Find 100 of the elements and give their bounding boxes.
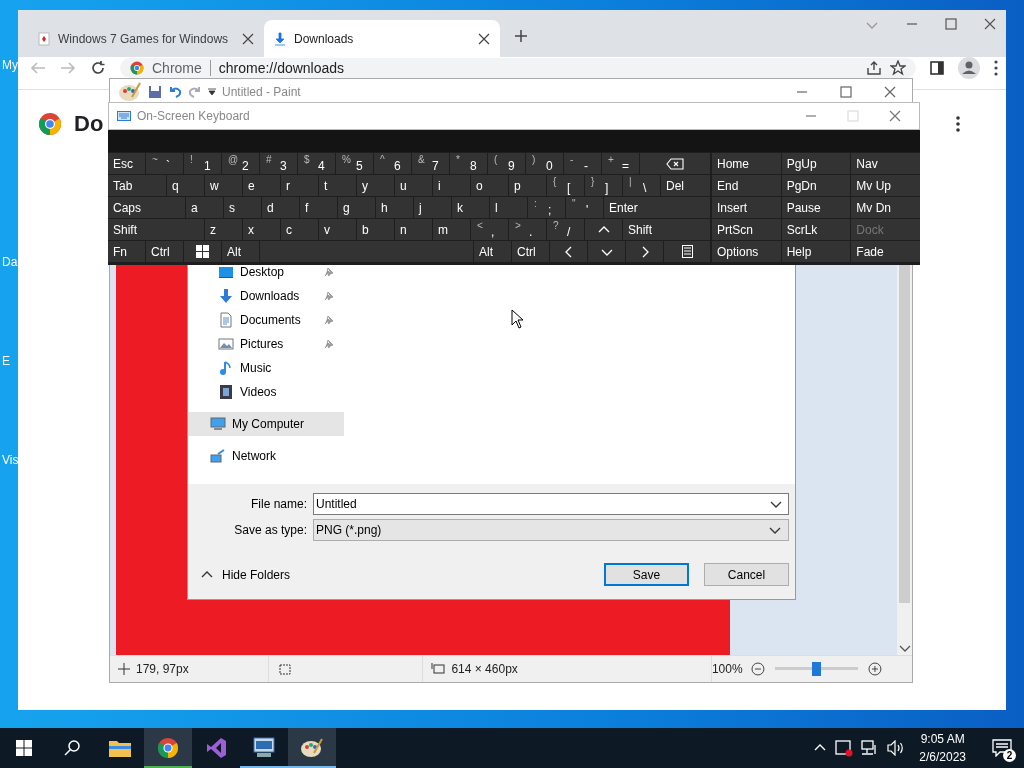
keyboard-key[interactable]: e	[243, 175, 280, 196]
keyboard-key[interactable]: > .	[509, 219, 546, 240]
keyboard-key[interactable]: PrtScn	[712, 219, 781, 240]
keyboard-key[interactable]: Fn	[108, 241, 145, 262]
dropdown-icon[interactable]	[208, 87, 216, 96]
nav-item[interactable]: Videos	[188, 380, 344, 404]
keyboard-key[interactable]: Mv Dn	[851, 197, 920, 218]
nav-item[interactable]: Music	[188, 356, 344, 380]
volume-icon[interactable]	[887, 740, 906, 756]
keyboard-key[interactable]: Pause	[781, 197, 851, 218]
keyboard-key[interactable]: d	[262, 197, 299, 218]
keyboard-key[interactable]: Home	[712, 153, 781, 174]
keyboard-key[interactable]: < ,	[471, 219, 508, 240]
keyboard-key[interactable]: Tab	[108, 175, 166, 196]
undo-icon[interactable]	[168, 84, 182, 99]
keyboard-key[interactable]: Del	[661, 175, 710, 196]
address-bar[interactable]: Chrome chrome://downloads	[120, 58, 916, 78]
close-icon[interactable]	[984, 18, 996, 30]
keyboard-key[interactable]: u	[395, 175, 432, 196]
keyboard-key[interactable]: w	[205, 175, 242, 196]
keyboard-key[interactable]: q	[167, 175, 204, 196]
keyboard-key[interactable]: Help	[781, 241, 851, 262]
keyboard-key[interactable]: p	[509, 175, 546, 196]
file-type-dropdown[interactable]: PNG (*.png)	[313, 519, 789, 541]
keyboard-key[interactable]: b	[357, 219, 394, 240]
nav-item[interactable]: Documents	[188, 308, 344, 332]
keyboard-key[interactable]: & 7	[412, 153, 449, 174]
browser-tab[interactable]: Downloads	[264, 20, 500, 57]
keyboard-key[interactable]: Options	[712, 241, 781, 262]
keyboard-key[interactable]: y	[357, 175, 394, 196]
keyboard-key[interactable]: a	[186, 197, 223, 218]
nav-item[interactable]: Pictures	[188, 332, 344, 356]
browser-tab[interactable]: Windows 7 Games for Windows	[28, 20, 264, 57]
keyboard-key[interactable]: End	[712, 175, 781, 196]
keyboard-key[interactable]: Alt	[222, 241, 259, 262]
keyboard-key[interactable]: } ]	[585, 175, 622, 196]
keyboard-key[interactable]: t	[319, 175, 356, 196]
clock[interactable]: 9:05 AM 2/6/2023	[919, 732, 966, 764]
more-icon[interactable]	[994, 60, 998, 76]
keyboard-key[interactable]: l	[490, 197, 527, 218]
keyboard-key[interactable]: PgUp	[781, 153, 851, 174]
zoom-in-icon[interactable]	[868, 662, 882, 676]
keyboard-key[interactable]: h	[376, 197, 413, 218]
keyboard-key[interactable]	[184, 241, 221, 262]
keyboard-key[interactable]: v	[319, 219, 356, 240]
keyboard-key[interactable]: ( 9	[488, 153, 525, 174]
slider-thumb[interactable]	[812, 662, 822, 676]
keyboard-key[interactable]: k	[452, 197, 489, 218]
keyboard-key[interactable]: r	[281, 175, 318, 196]
keyboard-key[interactable]: Ctrl	[512, 241, 549, 262]
keyboard-key[interactable]: j	[414, 197, 451, 218]
dialog-button[interactable]: Save	[604, 563, 689, 586]
keyboard-key[interactable]	[664, 241, 710, 262]
keyboard-key[interactable]: * 8	[450, 153, 487, 174]
more-icon[interactable]	[956, 116, 960, 132]
keyboard-key[interactable]: g	[338, 197, 375, 218]
keyboard-key[interactable]: Ctrl	[146, 241, 183, 262]
reload-icon[interactable]	[90, 60, 106, 76]
keyboard-key[interactable]: Nav	[851, 153, 920, 174]
keyboard-key[interactable]: ~ `	[146, 153, 183, 174]
dialog-button[interactable]: Cancel	[704, 563, 789, 586]
avatar-icon[interactable]	[958, 57, 980, 79]
keyboard-key[interactable]: ) 0	[526, 153, 563, 174]
keyboard-key[interactable]: : ;	[528, 197, 565, 218]
nav-item[interactable]: Network	[188, 444, 344, 468]
keyboard-key[interactable]: o	[471, 175, 508, 196]
keyboard-key[interactable]: Shift	[108, 219, 204, 240]
star-icon[interactable]	[890, 60, 906, 76]
file-name-field[interactable]: Untitled	[313, 493, 789, 515]
maximize-icon[interactable]	[840, 85, 852, 98]
keyboard-key[interactable]: s	[224, 197, 261, 218]
keyboard-key[interactable]: # 3	[260, 153, 297, 174]
keyboard-key[interactable]: n	[395, 219, 432, 240]
share-icon[interactable]	[866, 60, 882, 76]
keyboard-key[interactable]: ? /	[547, 219, 584, 240]
keyboard-key[interactable]: $ 4	[298, 153, 335, 174]
keyboard-key[interactable]: @ 2	[222, 153, 259, 174]
taskbar-app[interactable]	[288, 728, 336, 768]
keyboard-key[interactable]: Shift	[623, 219, 710, 240]
notification-button[interactable]: 2	[988, 734, 1016, 762]
keyboard-key[interactable]: Fade	[851, 241, 920, 262]
keyboard-key[interactable]: ! 1	[184, 153, 221, 174]
keyboard-key[interactable]: z	[205, 219, 242, 240]
zoom-out-icon[interactable]	[750, 662, 765, 676]
keyboard-key[interactable]: % 5	[336, 153, 373, 174]
keyboard-key[interactable]: PgDn	[781, 175, 851, 196]
keyboard-key[interactable]: f	[300, 197, 337, 218]
tab-close-icon[interactable]	[242, 32, 254, 45]
tab-close-icon[interactable]	[478, 32, 490, 45]
keyboard-key[interactable]: | \	[623, 175, 660, 196]
nav-item[interactable]: My Computer	[188, 412, 344, 436]
keyboard-key[interactable]: Enter	[604, 197, 710, 218]
keyboard-key[interactable]: i	[433, 175, 470, 196]
keyboard-key[interactable]: Caps	[108, 197, 185, 218]
keyboard-key[interactable]: Mv Up	[851, 175, 920, 196]
keyboard-key[interactable]: Esc	[108, 153, 145, 174]
keyboard-key[interactable]: x	[243, 219, 280, 240]
keyboard-key[interactable]: + =	[602, 153, 639, 174]
keyboard-key[interactable]: Insert	[712, 197, 781, 218]
keyboard-key[interactable]: m	[433, 219, 470, 240]
